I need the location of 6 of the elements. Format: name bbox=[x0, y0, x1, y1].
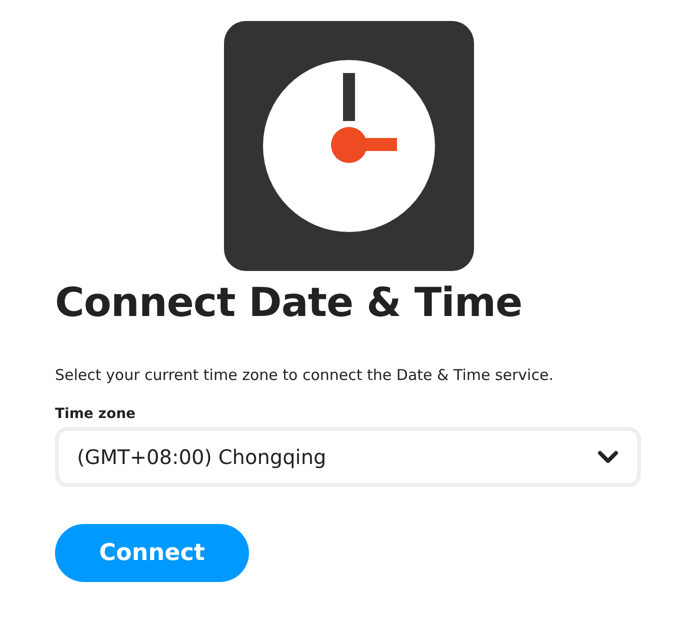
field-label: Time zone bbox=[55, 405, 137, 423]
clock-logo-icon bbox=[224, 21, 474, 271]
page-title: Connect Date & Time bbox=[55, 279, 524, 327]
time-zone-select[interactable]: (GMT+08:00) Chongqing bbox=[55, 427, 641, 487]
description-text: Select your current time zone to connect the Date & Time service. bbox=[55, 365, 554, 385]
chevron-down-icon bbox=[597, 450, 619, 464]
